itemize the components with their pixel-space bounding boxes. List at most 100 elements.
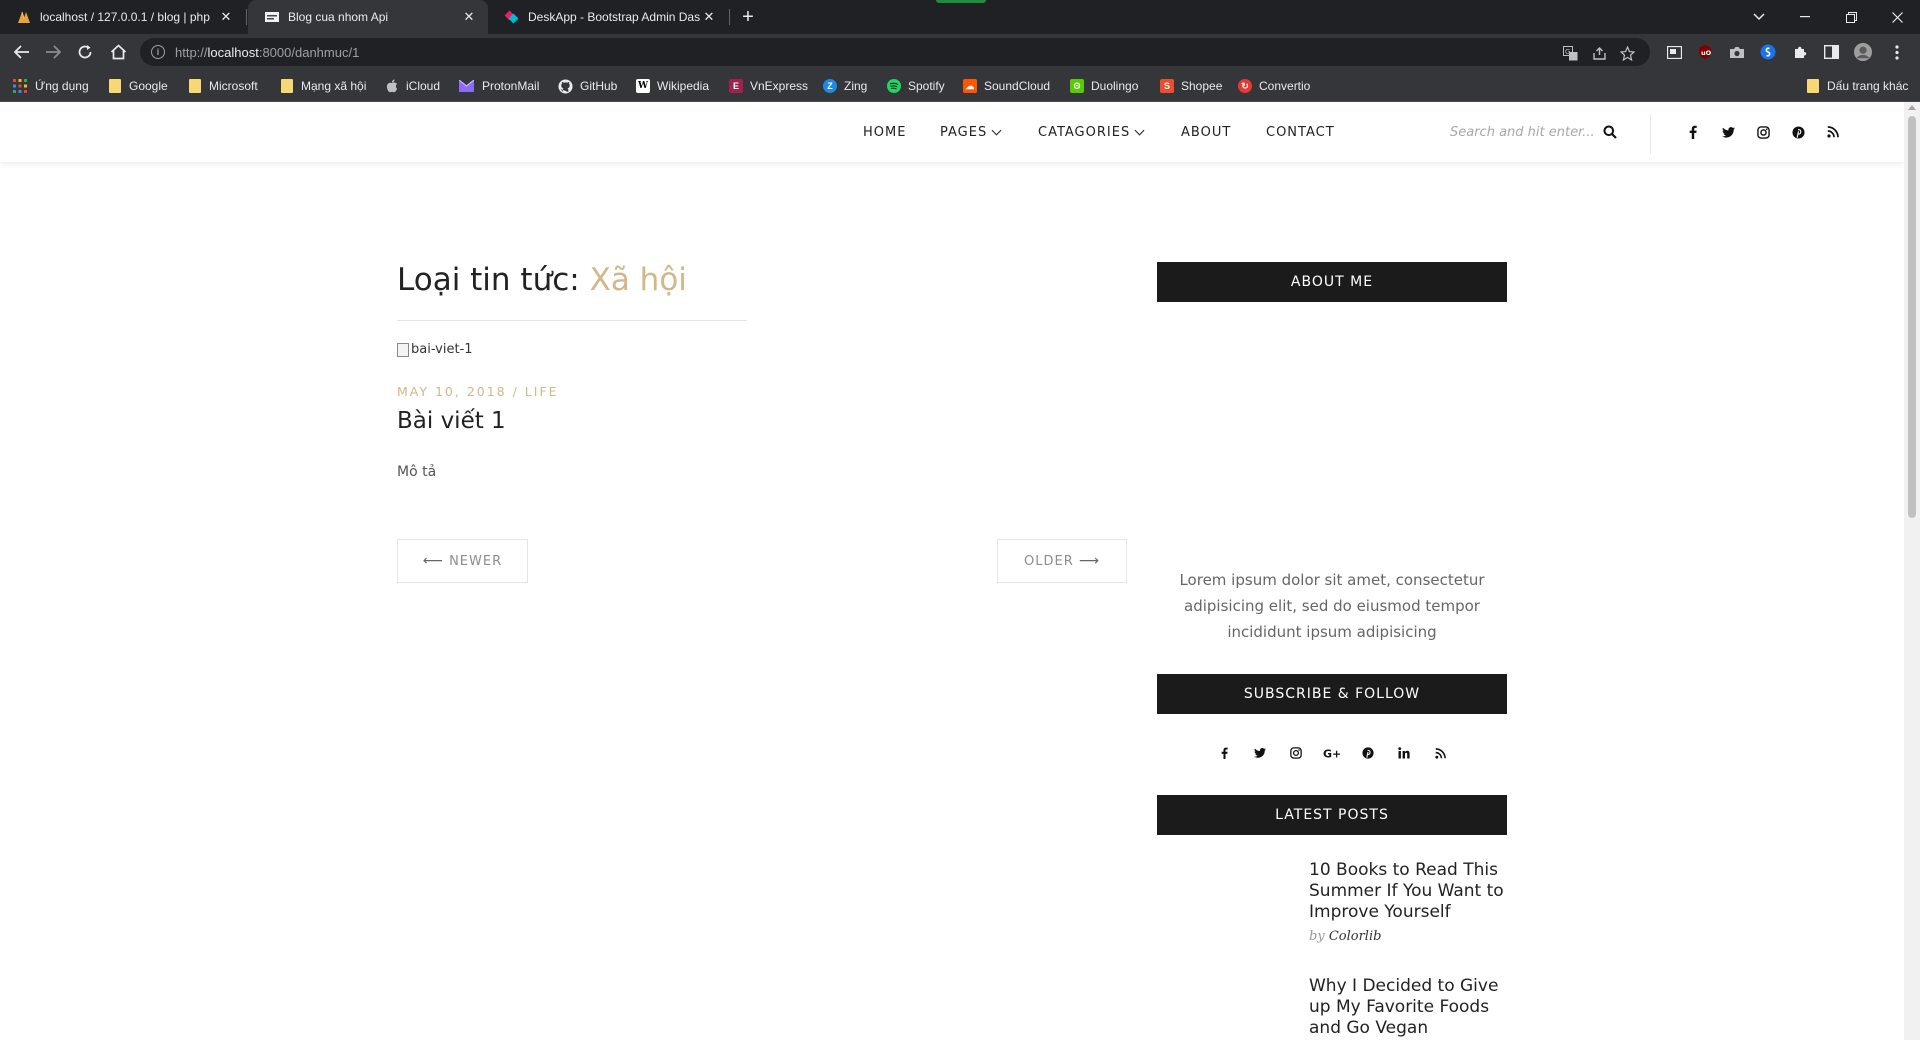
latest-post-author[interactable]: Colorlib	[1329, 929, 1382, 944]
instagram-icon[interactable]	[1285, 742, 1307, 764]
arrow-left-icon	[14, 45, 29, 59]
address-bar[interactable]: i http://localhost:8000/danhmuc/1 G	[140, 38, 1650, 66]
latest-post-title[interactable]: Why I Decided to Give up My Favorite Foo…	[1309, 976, 1509, 1039]
facebook-icon[interactable]	[1683, 122, 1703, 142]
older-button[interactable]: OLDER ⟶	[997, 539, 1127, 583]
bookmark-label: Ứng dụng	[35, 79, 89, 93]
share-icon[interactable]	[1591, 45, 1607, 61]
post-description: Mô tả	[397, 464, 437, 480]
menu-contact[interactable]: CONTACT	[1266, 102, 1335, 162]
latest-post-thumbnail[interactable]	[1157, 978, 1293, 1040]
apple-icon	[386, 79, 397, 93]
shazam-extension-icon[interactable]	[1759, 43, 1777, 61]
menu-pages[interactable]: PAGES	[940, 102, 1002, 162]
restore-icon	[1845, 11, 1857, 23]
bookmark-github[interactable]: GitHub	[558, 77, 617, 95]
close-window-button[interactable]	[1874, 0, 1920, 34]
bookmark-protonmail[interactable]: ProtonMail	[459, 77, 539, 95]
menu-about[interactable]: ABOUT	[1181, 102, 1231, 162]
page-scrollbar[interactable]	[1904, 102, 1920, 1040]
bookmark-label: Google	[129, 79, 168, 93]
post-image[interactable]: bai-viet-1	[397, 342, 473, 357]
bookmark-soundcloud[interactable]: ☁ SoundCloud	[963, 77, 1050, 95]
search-input[interactable]	[1450, 124, 1595, 140]
broken-image-icon	[397, 342, 409, 357]
latest-post-thumbnail[interactable]	[1157, 862, 1293, 962]
rss-icon[interactable]	[1823, 122, 1843, 142]
bookmark-social[interactable]: Mạng xã hội	[281, 77, 366, 95]
twitter-icon[interactable]	[1249, 742, 1271, 764]
site-info-icon[interactable]: i	[151, 45, 165, 59]
search-icon[interactable]	[1603, 125, 1617, 139]
translate-icon[interactable]: G	[1562, 45, 1578, 61]
duolingo-icon: ʘ	[1070, 79, 1084, 93]
bookmark-zing[interactable]: Z Zing	[823, 77, 867, 95]
rss-icon[interactable]	[1429, 742, 1451, 764]
puzzle-extensions-icon[interactable]	[1791, 43, 1809, 61]
page-title: Loại tin tức: Xã hội	[397, 262, 687, 298]
close-tab-icon[interactable]: ✕	[700, 8, 718, 26]
bookmark-shopee[interactable]: S Shopee	[1160, 77, 1222, 95]
chevron-down-icon	[1134, 125, 1145, 135]
new-tab-button[interactable]: +	[736, 5, 760, 29]
bookmark-microsoft[interactable]: Microsoft	[189, 77, 258, 95]
twitter-icon[interactable]	[1718, 122, 1738, 142]
latest-posts-title: LATEST POSTS	[1157, 795, 1507, 835]
back-button[interactable]	[10, 40, 34, 64]
other-bookmarks[interactable]: Dấu trang khác	[1807, 77, 1908, 95]
side-panel-icon[interactable]	[1822, 43, 1840, 61]
bookmark-icloud[interactable]: iCloud	[386, 77, 440, 95]
subscribe-social-links: G+	[1157, 742, 1507, 764]
instagram-icon[interactable]	[1753, 122, 1773, 142]
menu-home[interactable]: HOME	[863, 102, 906, 162]
tab-deskapp[interactable]: DeskApp - Bootstrap Admin Das ✕	[488, 0, 728, 34]
newer-button[interactable]: ⟵ NEWER	[397, 539, 528, 583]
bookmark-convertio[interactable]: ↻ Convertio	[1238, 77, 1310, 95]
tab-blog[interactable]: Blog cua nhom Api ✕	[248, 0, 488, 34]
apps-grid-icon	[13, 79, 27, 93]
subscribe-title: SUBSCRIBE & FOLLOW	[1157, 674, 1507, 714]
pinterest-icon[interactable]	[1788, 122, 1808, 142]
close-icon	[1891, 11, 1903, 23]
close-tab-icon[interactable]: ✕	[460, 8, 478, 26]
google-plus-icon[interactable]: G+	[1321, 742, 1343, 764]
bookmarks-bar: Ứng dụng Google Microsoft Mạng xã hội iC…	[0, 70, 1920, 102]
camera-extension-icon[interactable]	[1728, 43, 1746, 61]
linkedin-icon[interactable]	[1393, 742, 1415, 764]
bookmark-apps[interactable]: Ứng dụng	[13, 77, 89, 95]
tab-group-indicator	[936, 0, 986, 3]
profile-avatar-icon[interactable]	[1854, 43, 1872, 61]
tab-phpmyadmin[interactable]: localhost / 127.0.0.1 / blog | php ✕	[0, 0, 245, 34]
scroll-up-arrow-icon[interactable]	[1908, 105, 1916, 110]
menu-categories[interactable]: CATAGORIES	[1038, 102, 1145, 162]
home-button[interactable]	[106, 40, 130, 64]
minimize-button[interactable]	[1782, 0, 1828, 34]
latest-post-title[interactable]: 10 Books to Read This Summer If You Want…	[1309, 860, 1509, 923]
reload-button[interactable]	[73, 40, 97, 64]
star-bookmark-icon[interactable]	[1619, 45, 1635, 61]
latest-post-byline: by Colorlib	[1309, 929, 1382, 944]
deskapp-icon	[504, 10, 519, 24]
soundcloud-icon: ☁	[963, 79, 977, 93]
bookmark-spotify[interactable]: Spotify	[887, 77, 945, 95]
post-title[interactable]: Bài viết 1	[397, 408, 506, 434]
close-tab-icon[interactable]: ✕	[217, 8, 235, 26]
pinterest-icon[interactable]	[1357, 742, 1379, 764]
facebook-icon[interactable]	[1213, 742, 1235, 764]
kebab-menu-icon[interactable]	[1888, 43, 1906, 61]
bookmark-duolingo[interactable]: ʘ Duolingo	[1070, 77, 1138, 95]
about-me-title: ABOUT ME	[1157, 262, 1507, 302]
forward-button[interactable]	[41, 40, 65, 64]
menu-label: CATAGORIES	[1038, 125, 1145, 140]
restore-button[interactable]	[1828, 0, 1874, 34]
page-viewport: HOME PAGES CATAGORIES ABOUT CONTACT Loại…	[0, 102, 1920, 1040]
bookmark-vnexpress[interactable]: E VnExpress	[729, 77, 808, 95]
post-meta[interactable]: MAY 10, 2018 / LIFE	[397, 384, 559, 399]
tab-search-button[interactable]	[1736, 0, 1782, 34]
bookmark-google[interactable]: Google	[109, 77, 168, 95]
scrollbar-thumb[interactable]	[1908, 116, 1916, 518]
ublock-extension-icon[interactable]: uO	[1696, 43, 1714, 61]
bookmark-wikipedia[interactable]: W Wikipedia	[636, 77, 709, 95]
newer-label: NEWER	[449, 553, 503, 569]
cast-extension-icon[interactable]	[1665, 43, 1683, 61]
